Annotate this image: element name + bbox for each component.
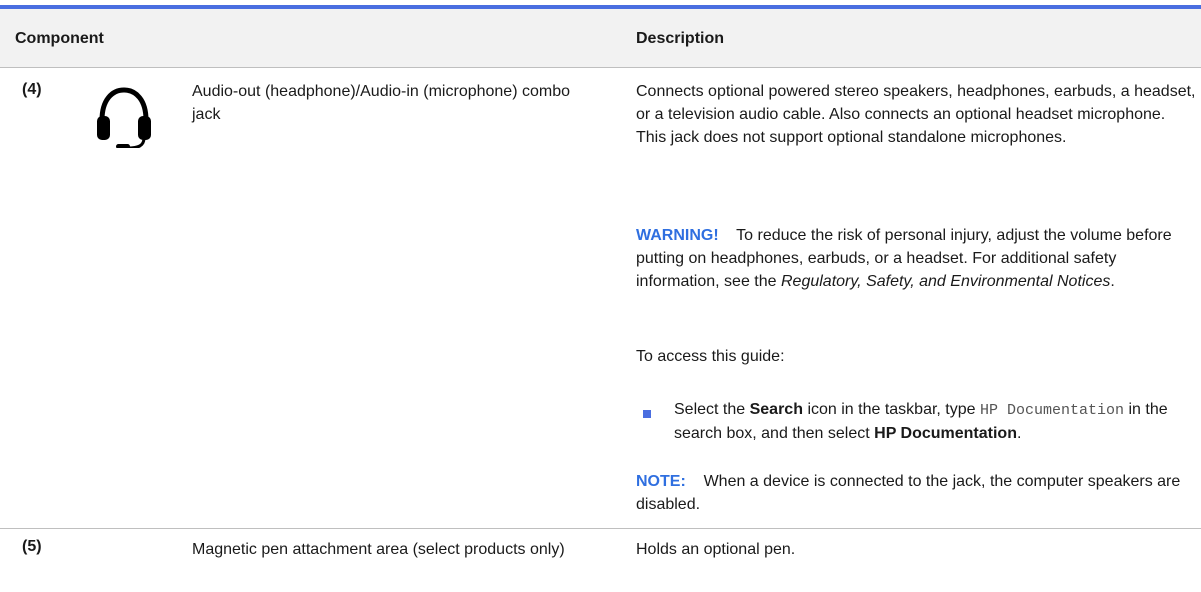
table-row: (5) Magnetic pen attachment area (select… [0, 528, 1201, 592]
bullet-end: . [1016, 425, 1022, 442]
hp-doc-term: HP Documentation [874, 425, 1017, 442]
header-description: Description [636, 30, 725, 47]
note-text: When a device is connected to the jack, … [636, 473, 1181, 513]
note-paragraph: NOTE: When a device is connected to the … [636, 470, 1196, 516]
headset-icon [94, 82, 154, 150]
bullet-text-2: icon in the taskbar, type [807, 401, 976, 418]
description-text: Holds an optional pen. [636, 541, 796, 558]
row-number: (4) [22, 81, 42, 98]
table-row: (4) Audio-out (headphone)/Audio-in (micr… [0, 67, 1201, 529]
description-text: Connects optional powered stereo speaker… [636, 83, 1196, 146]
warning-end: . [1110, 273, 1115, 290]
bullet-item: Select the Search icon in the taskbar, t… [674, 398, 1198, 445]
note-label: NOTE: [636, 473, 686, 490]
header-component: Component [15, 30, 104, 47]
component-name: Magnetic pen attachment area (select pro… [192, 541, 565, 558]
table-header-row: Component Description [0, 9, 1201, 68]
warning-doc-title: Regulatory, Safety, and Environmental No… [780, 273, 1111, 290]
search-term: Search [749, 401, 803, 418]
warning-paragraph: WARNING! To reduce the risk of personal … [636, 224, 1196, 293]
access-text: To access this guide: [636, 348, 785, 365]
code-term: HP Documentation [980, 402, 1125, 419]
warning-label: WARNING! [636, 227, 719, 244]
bullet-text-1: Select the [674, 401, 746, 418]
row-number: (5) [22, 538, 42, 555]
bullet-marker [643, 410, 651, 418]
component-name: Audio-out (headphone)/Audio-in (micropho… [192, 83, 570, 123]
